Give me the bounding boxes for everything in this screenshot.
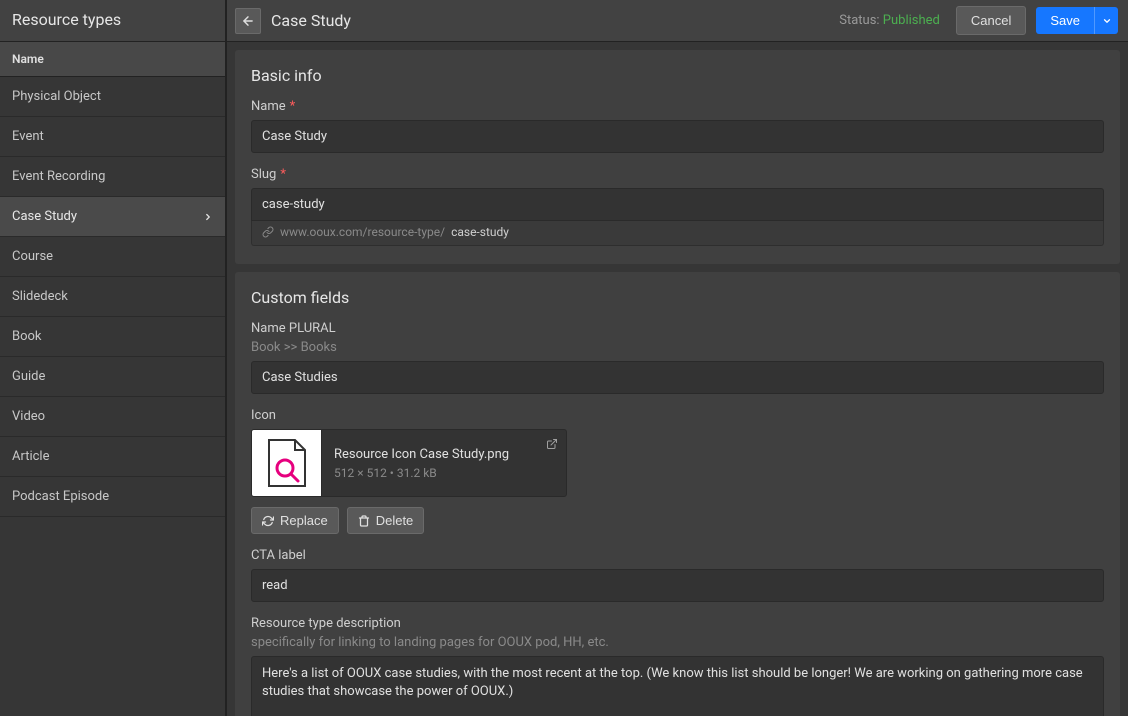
slug-url-dynamic: case-study — [451, 225, 509, 239]
slug-preview: www.ooux.com/resource-type/case-study — [251, 219, 1104, 246]
save-button-group: Save — [1036, 7, 1118, 34]
sidebar-item-label: Article — [12, 449, 49, 464]
link-icon — [262, 226, 274, 238]
name-plural-label: Name PLURAL — [251, 321, 1104, 336]
cta-label-input[interactable] — [251, 569, 1104, 602]
page-title: Case Study — [271, 11, 829, 30]
slug-input[interactable] — [251, 188, 1104, 221]
description-label: Resource type description — [251, 616, 1104, 631]
sidebar-item[interactable]: Article — [0, 437, 225, 477]
sidebar-item-label: Physical Object — [12, 89, 101, 104]
icon-label: Icon — [251, 408, 1104, 423]
name-label: Name — [251, 99, 286, 114]
field-cta-label: CTA label — [251, 548, 1104, 602]
cancel-button[interactable]: Cancel — [956, 6, 1026, 35]
required-indicator: * — [280, 167, 286, 182]
file-thumbnail — [252, 430, 322, 496]
sidebar-item-label: Video — [12, 409, 45, 424]
sidebar-title: Resource types — [0, 0, 225, 42]
status: Status: Published — [839, 13, 940, 28]
save-button[interactable]: Save — [1036, 7, 1094, 34]
file-card: Resource Icon Case Study.png 512 × 512 •… — [251, 429, 567, 497]
sidebar-item[interactable]: Slidedeck — [0, 277, 225, 317]
replace-button[interactable]: Replace — [251, 507, 339, 534]
name-plural-hint: Book >> Books — [251, 340, 1104, 355]
sidebar-item[interactable]: Book — [0, 317, 225, 357]
name-plural-input[interactable] — [251, 361, 1104, 394]
delete-label: Delete — [376, 513, 414, 528]
sidebar-item-label: Book — [12, 329, 42, 344]
cta-label-label: CTA label — [251, 548, 1104, 563]
field-name: Name * — [251, 99, 1104, 153]
sidebar-item[interactable]: Event — [0, 117, 225, 157]
sidebar-item-label: Guide — [12, 369, 45, 384]
open-file-button[interactable] — [544, 436, 560, 452]
section-title-custom: Custom fields — [251, 288, 1104, 307]
section-custom-fields: Custom fields Name PLURAL Book >> Books … — [235, 272, 1120, 716]
slug-label: Slug — [251, 167, 276, 182]
name-input[interactable] — [251, 120, 1104, 153]
arrow-left-icon — [241, 14, 255, 28]
section-title-basic: Basic info — [251, 66, 1104, 85]
sidebar-item[interactable]: Case Study — [0, 197, 225, 237]
sidebar-item[interactable]: Video — [0, 397, 225, 437]
sidebar-item-label: Course — [12, 249, 53, 264]
slug-url-prefix: www.ooux.com/resource-type/ — [280, 225, 445, 239]
section-basic-info: Basic info Name * Slug * www.ooux.com/re… — [235, 50, 1120, 264]
sidebar-item[interactable]: Event Recording — [0, 157, 225, 197]
sidebar-item-label: Podcast Episode — [12, 489, 109, 504]
main: Case Study Status: Published Cancel Save… — [226, 0, 1128, 716]
sidebar-item-label: Event — [12, 129, 44, 144]
refresh-icon — [262, 515, 274, 527]
status-value: Published — [883, 13, 940, 28]
sidebar-item[interactable]: Guide — [0, 357, 225, 397]
sidebar-item[interactable]: Course — [0, 237, 225, 277]
save-dropdown-button[interactable] — [1094, 7, 1118, 34]
field-slug: Slug * www.ooux.com/resource-type/case-s… — [251, 167, 1104, 246]
replace-label: Replace — [280, 513, 328, 528]
field-description: Resource type description specifically f… — [251, 616, 1104, 716]
sidebar-list: Physical Object Event Event Recording Case … — [0, 77, 225, 716]
external-link-icon — [546, 438, 558, 450]
description-hint: specifically for linking to landing page… — [251, 635, 1104, 650]
document-magnify-icon — [265, 438, 309, 488]
back-button[interactable] — [235, 8, 261, 34]
description-textarea[interactable] — [251, 656, 1104, 716]
file-meta: Resource Icon Case Study.png 512 × 512 •… — [322, 430, 566, 496]
chevron-down-icon — [1102, 16, 1112, 26]
sidebar-item-label: Case Study — [12, 209, 77, 224]
chevron-right-icon — [203, 212, 213, 222]
file-dimensions: 512 × 512 • 31.2 kB — [334, 466, 554, 480]
sidebar-item-label: Event Recording — [12, 169, 105, 184]
status-label: Status: — [839, 13, 879, 28]
sidebar-item-label: Slidedeck — [12, 289, 68, 304]
sidebar-item[interactable]: Podcast Episode — [0, 477, 225, 517]
content-scroll[interactable]: Basic info Name * Slug * www.ooux.com/re… — [227, 42, 1128, 716]
file-name: Resource Icon Case Study.png — [334, 447, 554, 462]
sidebar: Resource types Name Physical Object Event… — [0, 0, 226, 716]
field-icon: Icon Resource Icon Case Study.png 512 × … — [251, 408, 1104, 534]
file-actions: Replace Delete — [251, 507, 1104, 534]
trash-icon — [358, 515, 370, 527]
delete-button[interactable]: Delete — [347, 507, 425, 534]
required-indicator: * — [290, 99, 296, 114]
topbar: Case Study Status: Published Cancel Save — [227, 0, 1128, 42]
field-name-plural: Name PLURAL Book >> Books — [251, 321, 1104, 394]
sidebar-column-header: Name — [0, 42, 225, 77]
sidebar-item[interactable]: Physical Object — [0, 77, 225, 117]
